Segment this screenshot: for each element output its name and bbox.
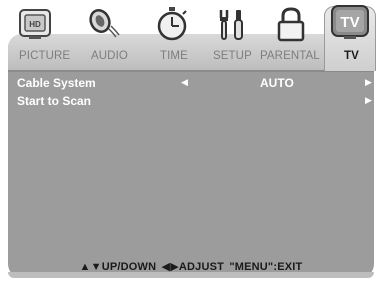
menu-row-cable-system[interactable]: Cable System ◀ AUTO ▶ [8, 76, 374, 94]
left-arrow-icon[interactable]: ◀ [181, 77, 188, 88]
tools-icon[interactable] [210, 3, 252, 45]
tab-picture[interactable]: PICTURE [19, 50, 70, 62]
tab-audio[interactable]: AUDIO [91, 50, 128, 62]
cable-system-label: Cable System [17, 76, 96, 90]
tab-bar: PICTURE AUDIO TIME SETUP PARENTAL TV [8, 50, 374, 68]
tv-icon[interactable]: TV [329, 2, 371, 44]
right-arrow-icon[interactable]: ▶ [365, 95, 372, 106]
cable-system-value: AUTO [260, 76, 294, 90]
tab-parental[interactable]: PARENTAL [260, 50, 320, 62]
svg-text:HD: HD [29, 20, 41, 29]
menu-footer-bar [8, 272, 374, 278]
tab-tv[interactable]: TV [344, 50, 359, 62]
menu-row-start-to-scan[interactable]: Start to Scan ▶ [8, 94, 374, 112]
tab-setup[interactable]: SETUP [213, 50, 252, 62]
right-arrow-icon[interactable]: ▶ [365, 77, 372, 88]
icon-strip: HD TV [0, 0, 380, 48]
menu-rows: Cable System ◀ AUTO ▶ Start to Scan ▶ [8, 76, 374, 112]
tv-icon-text: TV [340, 14, 359, 31]
start-to-scan-label: Start to Scan [17, 94, 92, 108]
picture-icon[interactable]: HD [14, 3, 56, 45]
tab-time[interactable]: TIME [160, 50, 188, 62]
lock-icon[interactable] [270, 3, 312, 45]
timer-icon[interactable] [151, 3, 193, 45]
audio-icon[interactable] [82, 3, 124, 45]
